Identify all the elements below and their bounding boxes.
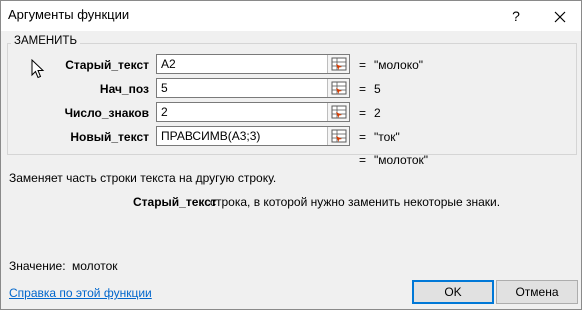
ok-button[interactable]: OK [412, 280, 494, 304]
range-select-button[interactable] [327, 127, 349, 145]
function-help-link[interactable]: Справка по этой функции [9, 286, 152, 300]
close-icon [554, 11, 566, 23]
arg-value: 5 [161, 81, 168, 95]
range-select-icon [331, 57, 347, 71]
arg-label-start-num: Нач_поз [99, 82, 149, 96]
title-bar: Аргументы функции ? [1, 1, 581, 31]
arg-input-num-chars[interactable]: 2 [156, 102, 350, 122]
range-select-icon [331, 105, 347, 119]
arg-label-old-text: Старый_текст [65, 58, 149, 72]
help-button[interactable]: ? [504, 4, 528, 28]
arg-result-new-text: "ток" [374, 130, 400, 144]
range-select-icon [331, 81, 347, 95]
arg-input-new-text[interactable]: ПРАВСИМВ(A3;3) [156, 126, 350, 146]
value-label: Значение: [9, 259, 66, 273]
range-select-button[interactable] [327, 55, 349, 73]
arg-equals: = [359, 130, 367, 144]
arg-input-old-text[interactable]: A2 [156, 54, 350, 74]
arg-label-num-chars: Число_знаков [64, 106, 149, 120]
dialog-title: Аргументы функции [8, 7, 130, 22]
mouse-cursor-icon [31, 59, 45, 79]
range-select-button[interactable] [327, 79, 349, 97]
function-description: Заменяет часть строки текста на другую с… [9, 171, 277, 185]
arg-result-start-num: 5 [374, 82, 381, 96]
arg-result-old-text: "молоко" [374, 58, 424, 72]
formula-equals: = [359, 153, 367, 167]
arg-help-name: Старый_текст [133, 195, 217, 209]
range-select-icon [331, 129, 347, 143]
cancel-button[interactable]: Отмена [496, 280, 578, 304]
arg-equals: = [359, 82, 367, 96]
arg-value: 2 [161, 105, 168, 119]
arg-equals: = [359, 58, 367, 72]
formula-result: "молоток" [374, 153, 429, 167]
arg-input-start-num[interactable]: 5 [156, 78, 350, 98]
function-name-label: ЗАМЕНИТЬ [11, 35, 81, 47]
arg-equals: = [359, 106, 367, 120]
arg-help-text: строка, в которой нужно заменить некотор… [210, 195, 501, 209]
range-select-button[interactable] [327, 103, 349, 121]
arg-value: ПРАВСИМВ(A3;3) [161, 129, 261, 143]
arg-value: A2 [161, 57, 176, 71]
close-button[interactable] [541, 2, 579, 30]
arg-label-new-text: Новый_текст [70, 130, 149, 144]
function-arguments-dialog: Аргументы функции ? ЗАМЕНИТЬ Старый_текс… [0, 0, 582, 310]
arg-result-num-chars: 2 [374, 106, 381, 120]
value-text: молоток [72, 259, 118, 273]
